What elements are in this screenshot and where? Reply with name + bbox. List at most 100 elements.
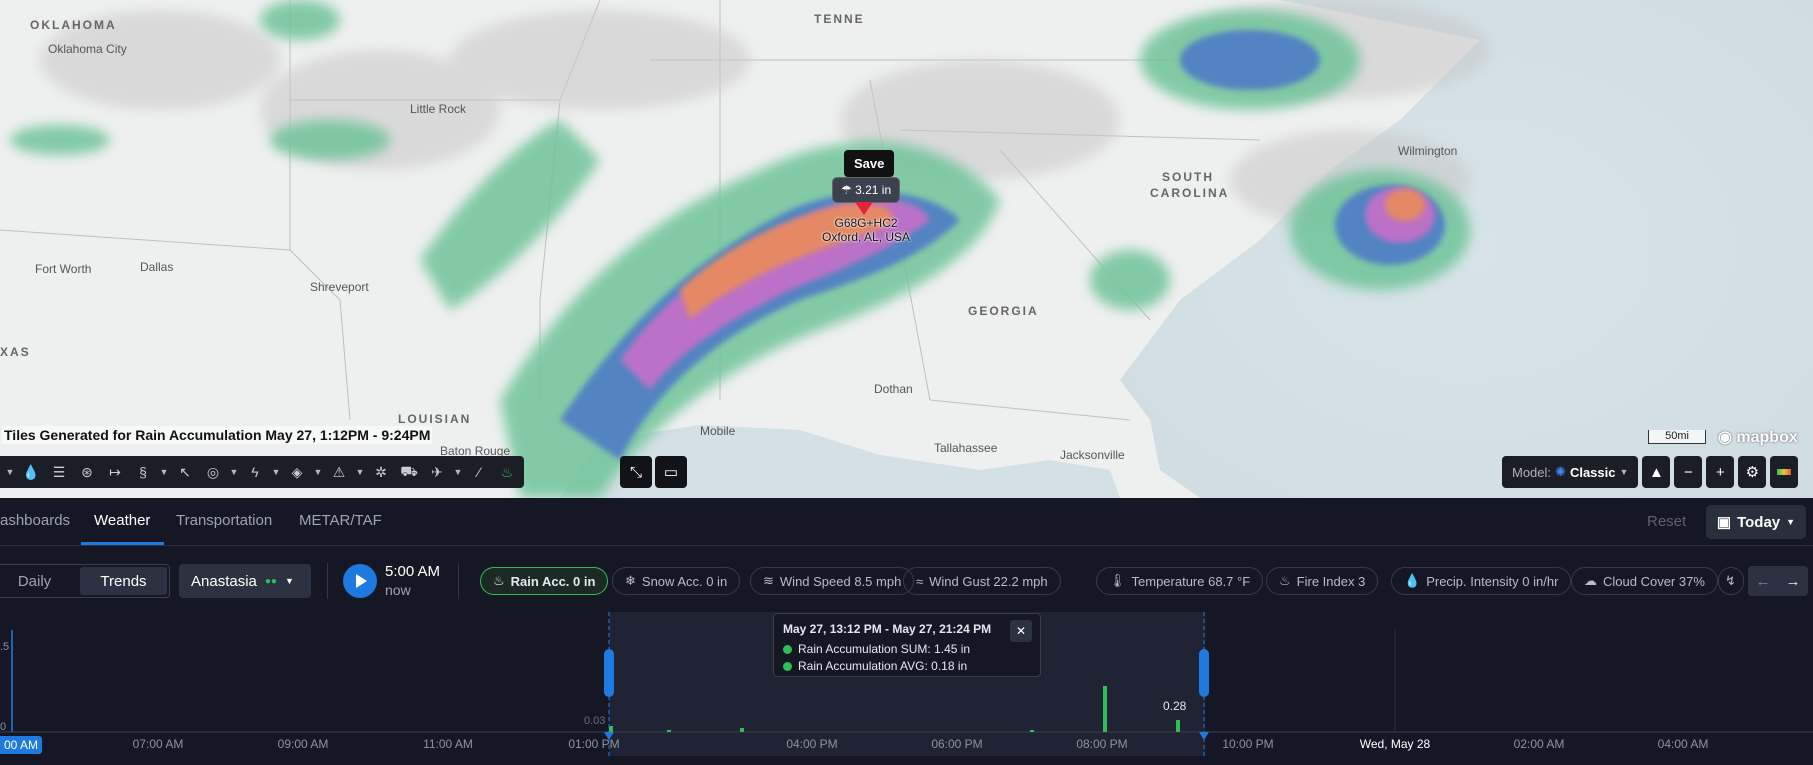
airplane-icon[interactable]: ✈: [424, 459, 450, 485]
road-conditions-icon[interactable]: ✲: [368, 459, 394, 485]
drops-icon: 💧: [1404, 573, 1421, 588]
play-button[interactable]: [343, 564, 377, 598]
metric-chip[interactable]: 💧 Precip. Intensity 0 in/hr: [1391, 567, 1572, 595]
x-tick-label: 04:00 PM: [786, 737, 837, 751]
scroll-right-button[interactable]: →: [1778, 566, 1808, 596]
state-label: SOUTH: [1162, 170, 1214, 184]
y-tick-label: 0: [0, 721, 6, 733]
wind-direction-icon[interactable]: ↦: [102, 459, 128, 485]
minus-icon: −: [1684, 463, 1693, 481]
route-icon: ⤡: [629, 463, 642, 481]
mapbox-logo[interactable]: ◉ mapbox: [1718, 427, 1798, 447]
sliders-icon[interactable]: ☰: [46, 459, 72, 485]
view-toggle: Daily Trends: [0, 564, 170, 598]
settings-button[interactable]: ⚙: [1738, 456, 1767, 488]
metric-chip[interactable]: ❄ Snow Acc. 0 in: [612, 567, 741, 595]
chevron-down-icon[interactable]: ▼: [312, 459, 324, 485]
x-tick-label: 08:00 PM: [1076, 737, 1127, 751]
range-handle: [1199, 649, 1209, 697]
daily-toggle[interactable]: Daily: [0, 565, 78, 597]
today-button[interactable]: ▣ Today ▼: [1706, 505, 1806, 539]
reset-button[interactable]: Reset: [1647, 513, 1686, 530]
chip-more[interactable]: ↯: [1718, 567, 1744, 595]
time-value: 5:00 AM: [385, 563, 441, 580]
today-label: Today: [1737, 513, 1781, 531]
state-label: OKLAHOMA: [30, 18, 117, 32]
route-tool-button[interactable]: ⤡: [620, 456, 652, 488]
pin-plus-code: G68G+HC2: [834, 216, 898, 230]
chevron-down-icon: ▼: [1786, 517, 1796, 527]
chevron-down-icon[interactable]: ▼: [354, 459, 366, 485]
city-label: Fort Worth: [35, 262, 92, 276]
chevron-down-icon[interactable]: ▼: [4, 459, 16, 485]
metric-chip[interactable]: ≈ Wind Gust 22.2 mph: [903, 567, 1061, 595]
hurricane-icon[interactable]: ⊛: [74, 459, 100, 485]
tab-transportation[interactable]: Transportation: [176, 512, 272, 529]
measure-tool-button[interactable]: ▭: [655, 456, 687, 488]
close-icon: ✕: [1015, 624, 1027, 638]
legend-button[interactable]: [1770, 456, 1799, 488]
series-dot: [783, 661, 792, 671]
city-label: Tallahassee: [934, 441, 998, 455]
model-label: Model:: [1512, 464, 1552, 480]
range-title: May 27, 13:12 PM - May 27, 21:24 PM: [783, 622, 992, 636]
lightning-icon[interactable]: ϟ: [242, 459, 268, 485]
time-sub: now: [385, 582, 411, 598]
rain-accumulation-icon[interactable]: ♨: [494, 459, 520, 485]
dashboard-tabs: ashboards Weather Transportation METAR/T…: [0, 500, 1813, 546]
status-dots-icon: ●●: [264, 575, 277, 587]
map-scale: 50mi: [1648, 430, 1706, 444]
chevron-down-icon[interactable]: ▼: [270, 459, 282, 485]
metric-chip[interactable]: ♨ Fire Index 3: [1266, 567, 1379, 595]
gear-icon: ⚙: [1745, 464, 1760, 481]
chip-scroll: ← →: [1748, 566, 1808, 596]
north-arrow-button[interactable]: ▲: [1642, 456, 1671, 488]
state-label: TENNE: [814, 12, 865, 26]
hail-icon[interactable]: ⁄: [466, 459, 492, 485]
pin-value-label: ☂ 3.21 in: [832, 177, 901, 203]
range-tooltip: May 27, 13:12 PM - May 27, 21:24 PM Rain…: [773, 613, 1041, 677]
bar: [740, 728, 744, 732]
chevron-down-icon[interactable]: ▼: [158, 459, 170, 485]
chevron-down-icon[interactable]: ▼: [228, 459, 240, 485]
gust-icon: ≈: [916, 573, 924, 589]
globe-icon: ✺: [1555, 464, 1566, 479]
warning-icon[interactable]: ⚠: [326, 459, 352, 485]
cursor-icon[interactable]: ↖: [172, 459, 198, 485]
chip-label: Fire Index 3: [1296, 573, 1366, 589]
chevron-down-icon[interactable]: ▼: [452, 459, 464, 485]
state-label: LOUISIAN: [398, 412, 472, 426]
location-pin-icon[interactable]: [855, 202, 873, 215]
save-tooltip[interactable]: Save: [844, 150, 895, 182]
trends-toggle[interactable]: Trends: [80, 567, 167, 595]
range-sum: Rain Accumulation SUM: 1.45 in: [798, 642, 971, 656]
radar-icon[interactable]: ◎: [200, 459, 226, 485]
metric-chip[interactable]: ♨ Rain Acc. 0 in: [480, 567, 609, 595]
close-button[interactable]: ✕: [1010, 620, 1032, 642]
arrow-right-icon: →: [1785, 572, 1801, 590]
tab-dashboards[interactable]: ashboards: [0, 512, 70, 529]
user-selector[interactable]: Anastasia ●● ▼: [179, 564, 311, 598]
storm-icon[interactable]: §: [130, 459, 156, 485]
color-legend-icon: [1777, 469, 1792, 475]
metric-chip[interactable]: ≋ Wind Speed 8.5 mph: [750, 567, 915, 595]
truck-icon[interactable]: ⛟: [396, 459, 422, 485]
metric-chip[interactable]: 🌡 Temperature 68.7 °F: [1096, 567, 1264, 595]
drops-icon[interactable]: 💧: [18, 459, 44, 485]
model-selector[interactable]: Model: ✺ Classic ▼: [1502, 456, 1639, 488]
weather-map[interactable]: Oklahoma City Little Rock Fort Worth Dallas…: [0, 0, 1813, 498]
state-label: GEORGIA: [968, 304, 1039, 318]
user-name: Anastasia: [191, 572, 257, 590]
zoom-out-button[interactable]: −: [1674, 456, 1703, 488]
tab-weather[interactable]: Weather: [94, 512, 150, 529]
scroll-left-button[interactable]: ←: [1748, 566, 1778, 596]
layers-icon[interactable]: ◈: [284, 459, 310, 485]
x-tick-label: 06:00 PM: [931, 737, 982, 751]
pin-value: 3.21 in: [855, 183, 892, 197]
metric-chip[interactable]: ☁ Cloud Cover 37%: [1571, 567, 1718, 595]
compass-icon: ▲: [1648, 463, 1664, 481]
save-label[interactable]: Save: [854, 156, 884, 171]
zoom-in-button[interactable]: +: [1706, 456, 1735, 488]
tab-metar-taf[interactable]: METAR/TAF: [299, 512, 382, 529]
x-tick-label: 04:00 AM: [1658, 737, 1709, 751]
